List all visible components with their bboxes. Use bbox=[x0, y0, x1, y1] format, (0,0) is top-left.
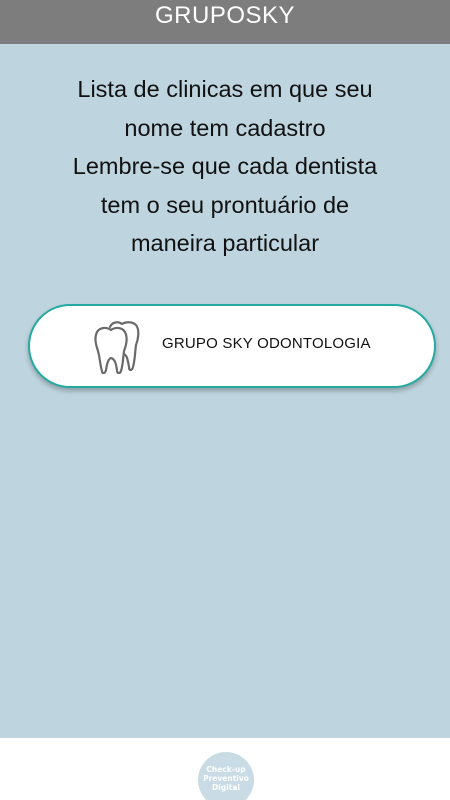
intro-line: Lembre-se que cada dentista bbox=[72, 153, 378, 179]
main-content: Lista de clinicas em que seu nome tem ca… bbox=[0, 44, 450, 738]
app-header: GRUPOSKY bbox=[0, 0, 450, 44]
clinic-item-grupo-sky[interactable]: GRUPO SKY ODONTOLOGIA bbox=[28, 304, 436, 388]
checkup-logo: Check-up Preventivo Digital bbox=[198, 752, 254, 800]
intro-line: Lista de clinicas em que seu bbox=[77, 76, 373, 102]
logo-text-line: Digital bbox=[212, 783, 240, 792]
tooth-icon bbox=[94, 321, 140, 374]
intro-message: Lista de clinicas em que seu nome tem ca… bbox=[0, 70, 450, 263]
intro-line: nome tem cadastro bbox=[124, 114, 326, 141]
intro-line: tem o seu prontuário de bbox=[100, 191, 350, 218]
logo-text-line: Check-up bbox=[206, 765, 246, 774]
clinic-name: GRUPO SKY ODONTOLOGIA bbox=[162, 335, 371, 352]
logo-text-line: Preventivo bbox=[203, 774, 249, 783]
footer: Check-up Preventivo Digital bbox=[0, 738, 450, 800]
app-title: GRUPOSKY bbox=[154, 2, 296, 29]
intro-line: maneira particular bbox=[130, 230, 320, 256]
